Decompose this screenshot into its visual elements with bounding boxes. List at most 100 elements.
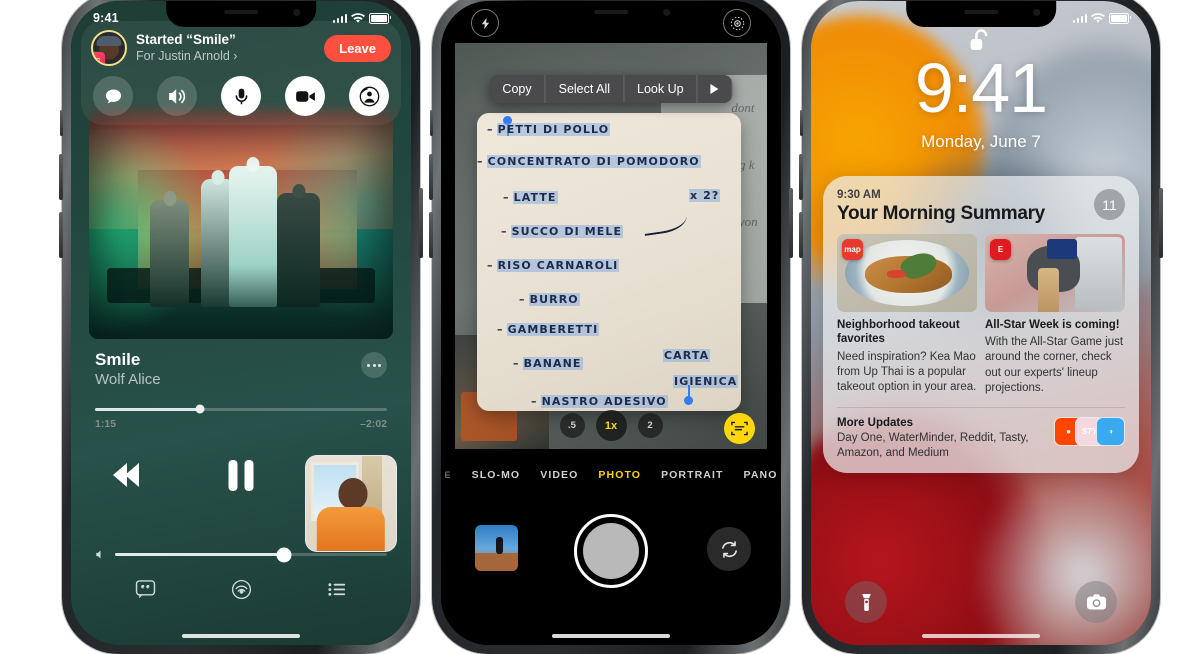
note-line[interactable]: – GAMBERETTI: [497, 323, 600, 336]
remaining-time: –2:02: [360, 417, 387, 430]
airplay-icon[interactable]: [231, 579, 252, 600]
phone-lock-screen: 9:41 9:41 Monday, June 7 9:30 AM Yo: [799, 0, 1163, 654]
summary-card[interactable]: E All-Star Week is coming! With the All-St…: [985, 234, 1125, 396]
phone-shareplay-music: 9:41 ♫ Started “Smile” For Justin Arnold…: [59, 0, 423, 654]
triangle-right-icon[interactable]: [698, 75, 733, 103]
note-annotation[interactable]: IGIENICA: [673, 375, 739, 388]
speaker-button[interactable]: [157, 76, 197, 116]
divider: [837, 406, 1125, 408]
volume-up-button[interactable]: [799, 154, 803, 200]
live-text-scanner-icon[interactable]: [724, 413, 755, 444]
rewind-icon[interactable]: [113, 463, 139, 487]
note-line[interactable]: – BANANE: [513, 357, 583, 370]
camera-mode-portrait[interactable]: PORTRAIT: [661, 469, 723, 481]
espn-icon: E: [990, 239, 1011, 260]
mode-edge-partial[interactable]: E: [445, 470, 452, 480]
messages-button[interactable]: [93, 76, 133, 116]
camera-icon: [1086, 594, 1106, 610]
mute-switch[interactable]: [800, 110, 803, 136]
note-line[interactable]: – PETTI DI POLLO: [487, 123, 611, 136]
note-line[interactable]: – RISO CARNAROLI: [487, 259, 620, 272]
last-photo-thumbnail[interactable]: [475, 525, 518, 571]
home-indicator[interactable]: [922, 634, 1040, 638]
note-line[interactable]: – LATTE: [503, 191, 558, 204]
music-bottom-bar: [71, 579, 411, 600]
shutter-button[interactable]: [574, 514, 648, 588]
notification-summary-card[interactable]: 9:30 AM Your Morning Summary 11 map Neigh…: [823, 176, 1139, 474]
shareplay-button[interactable]: [349, 76, 389, 116]
home-indicator[interactable]: [552, 634, 670, 638]
album-artwork[interactable]: [89, 111, 393, 339]
status-bar: 9:41: [811, 1, 1151, 31]
note-annotation[interactable]: x 2?: [689, 189, 721, 202]
status-indicators: [332, 12, 391, 24]
more-updates-row[interactable]: More Updates Day One, WaterMinder, Reddi…: [837, 416, 1125, 461]
live-photo-button[interactable]: [723, 9, 751, 37]
mute-switch[interactable]: [430, 110, 433, 136]
menu-item-look-up[interactable]: Look Up: [624, 75, 698, 103]
note-line[interactable]: – BURRO: [519, 293, 580, 306]
notch: [536, 1, 686, 27]
video-button[interactable]: [285, 76, 325, 116]
now-playing-info: Smile Wolf Alice 1:15 –2:02: [95, 349, 387, 430]
summary-card-image: E: [985, 234, 1125, 312]
handwritten-note[interactable]: – PETTI DI POLLO – CONCENTRATO DI POMODORO –…: [477, 113, 741, 411]
menu-item-select-all[interactable]: Select All: [546, 75, 625, 103]
lyrics-quote-icon[interactable]: [135, 579, 156, 600]
zoom-level-controls: .5 1x 2: [455, 410, 767, 441]
microphone-button[interactable]: [221, 76, 261, 116]
camera-mode-pano[interactable]: PANO: [744, 469, 778, 481]
summary-time: 9:30 AM: [837, 189, 881, 201]
leave-button[interactable]: Leave: [324, 34, 391, 62]
volume-slider[interactable]: [95, 547, 387, 562]
ellipsis-icon[interactable]: [361, 352, 387, 378]
status-time: 9:41: [93, 11, 119, 25]
power-button[interactable]: [1159, 188, 1163, 258]
microphone-icon: [235, 88, 247, 104]
camera-mode-video[interactable]: VIDEO: [540, 469, 578, 481]
handwritten-arrow: [641, 206, 689, 236]
menu-item-copy[interactable]: Copy: [489, 75, 546, 103]
camera-flip-button[interactable]: [707, 527, 751, 571]
summary-card[interactable]: map Neighborhood takeout favorites Need in…: [837, 234, 977, 396]
pause-icon[interactable]: [228, 459, 254, 491]
note-line[interactable]: – SUCCO DI MELE: [501, 225, 624, 238]
home-indicator[interactable]: [182, 634, 300, 638]
camera-mode-photo[interactable]: PHOTO: [598, 469, 641, 481]
queue-list-icon[interactable]: [327, 579, 348, 600]
playback-scrubber[interactable]: [95, 404, 387, 414]
facetime-pip[interactable]: [305, 455, 397, 552]
camera-mode-slo-mo[interactable]: SLO-MO: [472, 469, 521, 481]
note-annotation[interactable]: CARTA: [663, 349, 711, 362]
transport-controls: [71, 455, 411, 552]
video-camera-icon: [295, 90, 315, 102]
volume-up-button[interactable]: [59, 154, 63, 200]
text-selection-menu: Copy Select All Look Up: [489, 75, 733, 103]
selection-handle-end[interactable]: [684, 396, 693, 405]
zoom-button-1x[interactable]: 1x: [595, 410, 627, 441]
volume-down-button[interactable]: [59, 212, 63, 258]
volume-down-button[interactable]: [429, 212, 433, 258]
power-button[interactable]: [419, 188, 423, 258]
power-button[interactable]: [789, 188, 793, 258]
mute-switch[interactable]: [60, 110, 63, 136]
volume-low-icon: [96, 550, 101, 559]
zoom-button-2[interactable]: 2: [637, 413, 663, 438]
playback-times: 1:15 –2:02: [95, 418, 387, 430]
camera-button[interactable]: [1075, 581, 1117, 623]
volume-down-button[interactable]: [799, 212, 803, 258]
flash-button[interactable]: [471, 9, 499, 37]
camera-viewfinder[interactable]: dont ing k nyon n –PETTI DI POLLO–CONCEN…: [455, 43, 767, 449]
note-line[interactable]: – NASTRO ADESIVO: [531, 395, 668, 408]
summary-cards: map Neighborhood takeout favorites Need in…: [837, 234, 1125, 396]
artist-name: Wolf Alice: [95, 371, 161, 389]
battery-icon: [369, 12, 391, 24]
summary-card-headline: Neighborhood takeout favorites: [837, 319, 960, 346]
note-line[interactable]: – CONCENTRATO DI POMODORO: [477, 155, 701, 168]
shareplay-banner[interactable]: ♫ Started “Smile” For Justin Arnold › Le…: [81, 21, 401, 125]
zoom-button-p5[interactable]: .5: [559, 413, 585, 438]
live-photo-icon: [730, 16, 744, 30]
volume-up-button[interactable]: [429, 154, 433, 200]
phone1-screen: 9:41 ♫ Started “Smile” For Justin Arnold…: [71, 1, 411, 645]
flashlight-button[interactable]: [845, 581, 887, 623]
